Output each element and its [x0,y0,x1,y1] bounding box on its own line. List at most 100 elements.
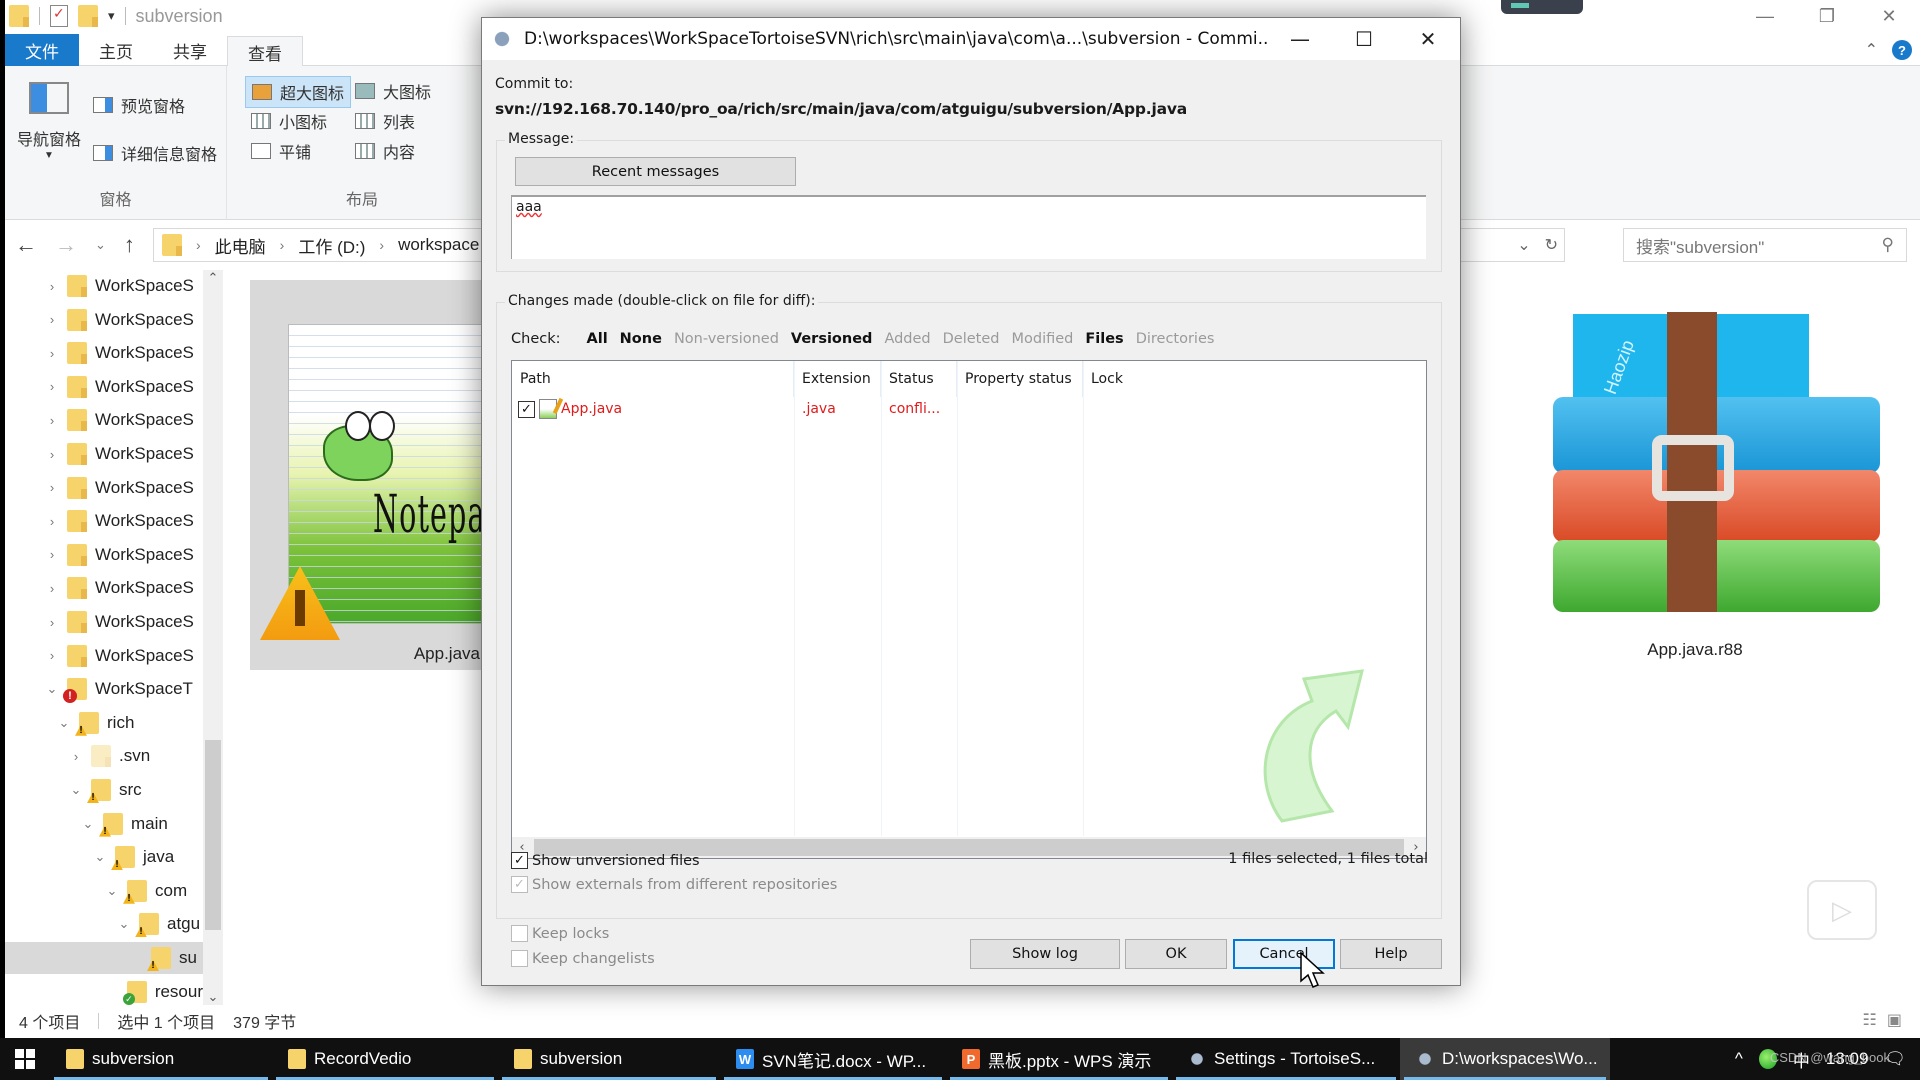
chevron-right-icon[interactable]: › [45,312,59,327]
navigation-pane-button[interactable]: 导航窗格 ▼ [9,82,89,161]
chevron-down-icon[interactable]: ⌄ [69,782,83,798]
help-icon[interactable]: ? [1892,40,1912,60]
tree-item[interactable]: ⌄ src [5,774,203,806]
chevron-right-icon[interactable]: › [45,615,59,630]
forward-arrow-icon[interactable]: → [55,232,77,258]
check-filter-added[interactable]: Added [884,331,930,347]
details-pane-button[interactable]: 详细信息窗格 [87,138,223,168]
column-header-status[interactable]: Status [881,361,957,397]
tab-home[interactable]: 主页 [79,34,153,66]
layout-small-icons[interactable]: 小图标 [245,106,333,136]
file-item-app-java[interactable]: Notepad App.java [250,280,498,670]
keep-changelists-checkbox[interactable]: Keep changelists [511,950,655,967]
table-row[interactable]: ✓ App.java .java confli... [512,397,1426,421]
tree-item[interactable]: › WorkSpaceS [5,572,203,604]
check-filter-files[interactable]: Files [1085,331,1123,347]
show-unversioned-checkbox[interactable]: ✓ Show unversioned files [511,852,700,869]
show-log-button[interactable]: Show log [970,939,1120,969]
chevron-right-icon[interactable]: › [45,581,59,596]
taskbar-item[interactable]: P 黑板.pptx - WPS 演示 [946,1038,1172,1080]
recent-messages-button[interactable]: Recent messages [515,157,796,186]
customize-toolbar-icon[interactable]: ▾ [108,8,115,24]
large-icons-view-icon[interactable]: ▣ [1887,1010,1902,1030]
chevron-right-icon[interactable]: › [45,379,59,394]
minimize-button[interactable]: — [1268,18,1332,60]
check-filter-directories[interactable]: Directories [1136,331,1215,347]
chevron-right-icon[interactable]: › [379,237,384,253]
search-input[interactable]: 搜索"subversion" ⚲ [1623,228,1907,262]
check-filter-versioned[interactable]: Versioned [791,331,873,347]
breadcrumb-item[interactable]: workspace [398,235,479,255]
chevron-right-icon[interactable]: › [45,514,59,529]
breadcrumb-item[interactable]: 工作 (D:) [298,233,365,258]
column-header-extension[interactable]: Extension [794,361,881,397]
checkbox[interactable]: ✓ [511,876,528,893]
taskbar-item[interactable]: D:\workspaces\Wo... [1400,1038,1610,1080]
chevron-right-icon[interactable]: › [45,447,59,462]
tree-scrollbar[interactable]: ⌃ ⌄ [203,270,223,1005]
chevron-down-icon[interactable]: ⌄ [93,849,107,865]
check-filter-modified[interactable]: Modified [1012,331,1074,347]
tree-item[interactable]: › .svn [5,740,203,772]
tree-item[interactable]: su [5,942,203,974]
tree-item[interactable]: › WorkSpaceS [5,438,203,470]
keep-locks-checkbox[interactable]: Keep locks [511,925,609,942]
taskbar-item[interactable]: subversion [498,1038,720,1080]
tree-item[interactable]: › WorkSpaceS [5,640,203,672]
layout-list[interactable]: 列表 [349,106,421,136]
show-hidden-icons-icon[interactable]: ^ [1735,1049,1743,1069]
chevron-right-icon[interactable]: › [69,749,83,764]
tree-item[interactable]: › WorkSpaceS [5,404,203,436]
scroll-up-icon[interactable]: ⌃ [203,270,223,286]
new-folder-icon[interactable] [78,5,98,27]
scrollbar-thumb[interactable] [205,740,221,930]
tree-item[interactable]: ⌄ atgu [5,908,203,940]
tree-item[interactable]: › WorkSpaceS [5,337,203,369]
tree-item[interactable]: ⌄ com [5,875,203,907]
check-filter-all[interactable]: All [587,331,608,347]
tab-file[interactable]: 文件 [5,34,79,66]
chevron-down-icon[interactable]: ⌄ [105,883,119,899]
folder-icon[interactable] [9,5,29,27]
row-checkbox[interactable]: ✓ [518,400,535,418]
file-item-app-java-r88[interactable]: Haozip App.java.r88 [1525,300,1880,680]
dialog-title-bar[interactable]: D:\workspaces\WorkSpaceTortoiseSVN\rich\… [482,18,1460,60]
tree-item[interactable]: ⌄ rich [5,707,203,739]
chevron-right-icon[interactable]: › [45,480,59,495]
maximize-button[interactable]: ❐ [1796,0,1858,32]
close-button[interactable]: ✕ [1858,0,1920,32]
collapse-ribbon-icon[interactable]: ⌃ [1865,40,1878,60]
tree-item[interactable]: › WorkSpaceS [5,472,203,504]
chevron-right-icon[interactable]: › [45,413,59,428]
column-header-property-status[interactable]: Property status [957,361,1083,397]
details-view-icon[interactable]: ☷ [1863,1010,1877,1030]
start-button[interactable] [0,1038,50,1080]
show-externals-checkbox[interactable]: ✓ Show externals from different reposito… [511,876,837,893]
check-filter-deleted[interactable]: Deleted [943,331,1000,347]
check-filter-non-versioned[interactable]: Non-versioned [674,331,779,347]
properties-icon[interactable] [50,5,68,27]
chevron-right-icon[interactable]: › [196,237,201,253]
tree-item[interactable]: › WorkSpaceS [5,606,203,638]
maximize-button[interactable]: ☐ [1332,18,1396,60]
check-filter-none[interactable]: None [620,331,662,347]
tab-view[interactable]: 查看 [227,36,303,67]
back-arrow-icon[interactable]: ← [15,232,37,258]
column-header-lock[interactable]: Lock [1083,361,1426,397]
tree-item[interactable]: › WorkSpaceS [5,505,203,537]
up-arrow-icon[interactable]: ↑ [124,232,135,258]
tree-item[interactable]: › WorkSpaceS [5,539,203,571]
chevron-down-icon[interactable]: ⌄ [57,715,71,731]
chevron-down-icon[interactable]: ⌄ [45,681,59,697]
tree-item[interactable]: ⌄ WorkSpaceT [5,673,203,705]
chevron-down-icon[interactable]: ⌄ [81,816,95,832]
taskbar-item[interactable]: subversion [50,1038,272,1080]
chevron-right-icon[interactable]: › [45,279,59,294]
tree-item[interactable]: resour [5,976,203,1005]
chevron-right-icon[interactable]: › [280,237,285,253]
taskbar-item[interactable]: Settings - TortoiseS... [1172,1038,1400,1080]
column-header-path[interactable]: Path [512,361,794,397]
checkbox[interactable]: ✓ [511,852,528,869]
video-play-icon[interactable]: ▷ [1807,880,1877,940]
layout-content[interactable]: 内容 [349,136,421,166]
